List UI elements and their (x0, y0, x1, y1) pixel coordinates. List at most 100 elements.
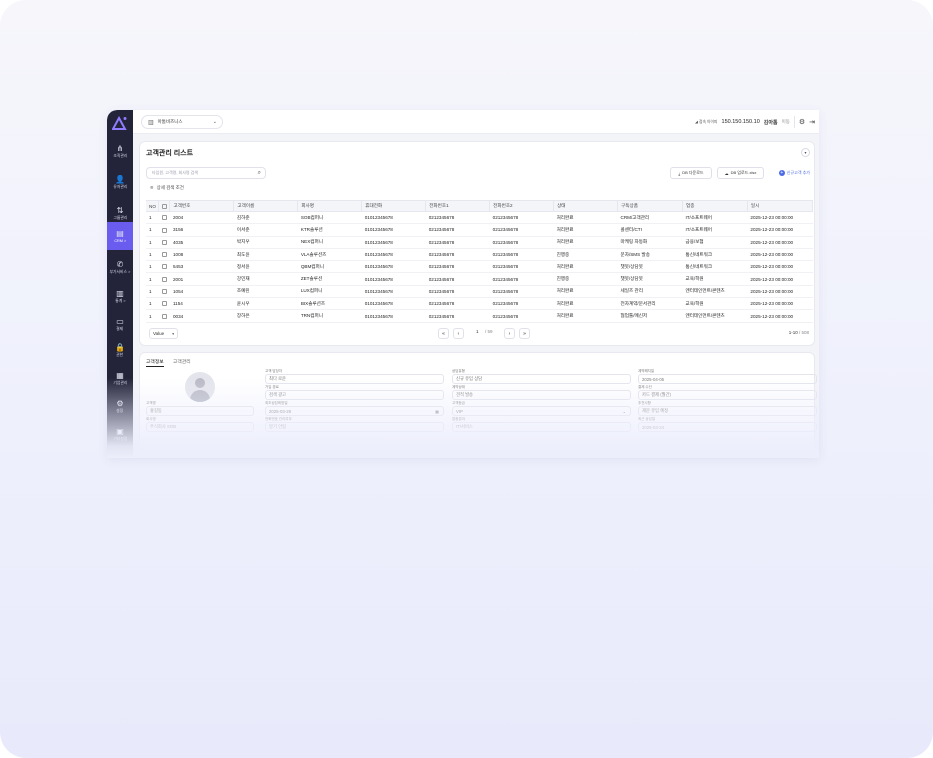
search-icon[interactable]: ⌕ (258, 170, 261, 177)
table-cell: 2025-12-23 00:00:00 (747, 223, 813, 237)
table-row[interactable]: 1 3156 이서준 KTR솔루션 01012345678 0212345678 02123… (146, 223, 813, 237)
sidebar-item-3[interactable]: ▤ CRM > (107, 222, 133, 250)
table-cell: 01012345678 (361, 297, 426, 311)
table-row[interactable]: 1 5453 정서윤 QBM컴퍼니 01012345678 0212345678 02123… (146, 260, 813, 274)
gear-icon[interactable]: ⚙ (799, 118, 805, 126)
field-label: 고객명 (146, 401, 156, 405)
tab-customer-management[interactable]: 고객관리 (173, 358, 191, 365)
sidebar-item-10[interactable]: ▣ 기타설정 (107, 420, 133, 448)
column-header[interactable] (158, 200, 171, 212)
org-select[interactable]: ▥ 아톰비즈니스 ⌄ (141, 115, 223, 129)
table-cell: 처리완료 (553, 211, 618, 225)
row-checkbox[interactable] (161, 289, 167, 295)
column-header[interactable]: NO (146, 200, 160, 212)
field-input[interactable]: VIP ⌄ (452, 406, 631, 416)
table-row[interactable]: 1 1154 윤시우 BIX솔루션즈 01012345678 0212345678 0212… (146, 297, 813, 311)
table-row[interactable]: 1 2004 김하준 SOB컴퍼니 01012345678 0212345678 02123… (146, 211, 813, 225)
field-input[interactable]: 홍길동 (146, 406, 254, 416)
table-cell: 0212345678 (425, 260, 490, 274)
field-input[interactable]: 검색 광고 (265, 390, 444, 400)
current-page[interactable]: 1 (476, 329, 479, 334)
column-header[interactable]: 휴대전화 (361, 200, 427, 212)
field-input[interactable]: 알기 안됨 (265, 422, 444, 432)
sidebar-item-9[interactable]: ⚙ 설정 (107, 392, 133, 420)
field-input[interactable]: 2025-03-28 ▦ (265, 406, 444, 416)
field-input[interactable]: 견적 발송 (452, 390, 631, 400)
per-page-select[interactable]: Value ▾ (149, 328, 178, 339)
table-cell: 1 (146, 211, 159, 225)
field-label: 계약해지일 (638, 369, 655, 373)
advanced-search-toggle[interactable]: ⚟ 상세 검색 조건 (150, 185, 184, 191)
select-all-checkbox[interactable] (162, 203, 168, 209)
field-input[interactable]: 주식회사 SOB (146, 422, 254, 432)
row-checkbox[interactable] (161, 313, 167, 319)
sidebar-item-0[interactable]: ⋔ 조직관리 (107, 137, 133, 165)
field-input[interactable]: 2025-03-24 (638, 422, 817, 432)
row-checkbox[interactable] (161, 264, 167, 270)
column-header[interactable]: 구독상품 (617, 200, 683, 212)
table-row[interactable]: 1 1008 최도윤 VLA솔루션즈 01012345678 0212345678 0212… (146, 248, 813, 262)
field-label: 고객등급 (452, 401, 465, 405)
db-download-button[interactable]: ⤓ DB 다운로드 (670, 167, 712, 179)
field-label: 추천사항 (638, 401, 651, 405)
detail-field: 결제 수단 카드 결제 (월간) (638, 385, 817, 400)
column-header[interactable]: 회사명 (297, 200, 363, 212)
column-header[interactable]: 고객번호 (169, 200, 235, 212)
table-cell: 통신/네트워크 (682, 260, 748, 274)
table-cell: 01012345678 (361, 260, 426, 274)
sidebar-item-4[interactable]: ✆ 부가서비스 > (107, 253, 133, 281)
search-input[interactable]: 타임원, 고객명, 회사명 검색 ⌕ (146, 167, 266, 179)
table-row[interactable]: 1 1054 조예린 LUX컴퍼니 01012345678 0212345678 02123… (146, 285, 813, 299)
field-input[interactable]: 카드 결제 (월간) (638, 390, 817, 400)
db-upload-button[interactable]: ☁ DB 업로드.xlsx (717, 167, 764, 179)
payment-icon: ▭ (116, 316, 124, 326)
collapse-button[interactable]: ▾ (801, 148, 810, 157)
sidebar-item-6[interactable]: ▭ 결제 (107, 310, 133, 338)
row-checkbox[interactable] (161, 276, 167, 282)
add-customer-button[interactable]: + 신규고객 추가 (778, 167, 810, 179)
table-row[interactable]: 1 2001 강민재 ZET솔루션 01012345678 0212345678 02123… (146, 272, 813, 286)
prev-page-button[interactable]: ‹ (453, 328, 464, 339)
column-header[interactable]: 업종 (682, 200, 748, 212)
sidebar-item-1[interactable]: 👤 유저관리 (107, 168, 133, 196)
next-page-button[interactable]: › (504, 328, 515, 339)
sidebar: ⋔ 조직관리 👤 유저관리 ⇅ 그룹관리 ▤ CRM > ✆ 부가서비스 > ▥ 통계 > ▭ 결제 🔒 권한… (107, 110, 133, 458)
field-input[interactable]: 신규 유입 상담 (452, 374, 631, 384)
avatar[interactable] (185, 372, 215, 402)
column-header[interactable]: 일시 (747, 200, 814, 212)
row-checkbox[interactable] (161, 215, 167, 221)
move-link[interactable]: 이동 (782, 119, 790, 125)
row-checkbox[interactable] (161, 227, 167, 233)
field-input[interactable]: 최다 로운 (265, 374, 444, 384)
row-checkbox-cell (158, 236, 170, 249)
table-cell: 01012345678 (361, 272, 426, 286)
app-window: ⋔ 조직관리 👤 유저관리 ⇅ 그룹관리 ▤ CRM > ✆ 부가서비스 > ▥ 통계 > ▭ 결제 🔒 권한… (107, 110, 819, 458)
logo-icon[interactable] (112, 116, 128, 130)
table-cell: IT/소프트웨어 (682, 223, 748, 237)
field-input[interactable]: 재문 유입 예정 (638, 406, 817, 416)
column-header[interactable]: 전화번호2 (489, 200, 555, 212)
field-input[interactable]: IT/서비스 (452, 422, 631, 432)
table-cell: TRN컴퍼니 (297, 309, 362, 323)
table-cell: 1 (146, 272, 159, 286)
tab-customer-info[interactable]: 고객정보 (146, 358, 164, 367)
chevron-down-icon[interactable]: ⌄ (623, 409, 626, 414)
last-page-button[interactable]: » (519, 328, 530, 339)
column-header[interactable]: 고객이름 (233, 200, 299, 212)
first-page-button[interactable]: « (438, 328, 449, 339)
row-checkbox[interactable] (161, 301, 167, 307)
calendar-icon[interactable]: ▦ (435, 409, 439, 414)
table-row[interactable]: 1 0034 장하은 TRN컴퍼니 01012345678 0212345678 02123… (146, 309, 813, 323)
row-checkbox[interactable] (161, 252, 167, 258)
detail-field: 최근 상담일 2025-03-24 (638, 417, 817, 432)
sidebar-item-5[interactable]: ▥ 통계 > (107, 282, 133, 310)
field-input[interactable]: 2025-04-05 (638, 374, 817, 384)
logout-icon[interactable]: ⇥ (809, 118, 815, 126)
sidebar-item-7[interactable]: 🔒 권한 (107, 336, 133, 364)
column-header[interactable]: 상태 (553, 200, 619, 212)
column-header[interactable]: 전화번호1 (425, 200, 491, 212)
sidebar-item-8[interactable]: ▦ 기업관리 (107, 364, 133, 392)
field-value: 2025-03-24 (642, 424, 664, 430)
row-checkbox[interactable] (161, 239, 167, 245)
table-row[interactable]: 1 4035 박지우 NEX컴퍼니 01012345678 0212345678 02123… (146, 236, 813, 249)
